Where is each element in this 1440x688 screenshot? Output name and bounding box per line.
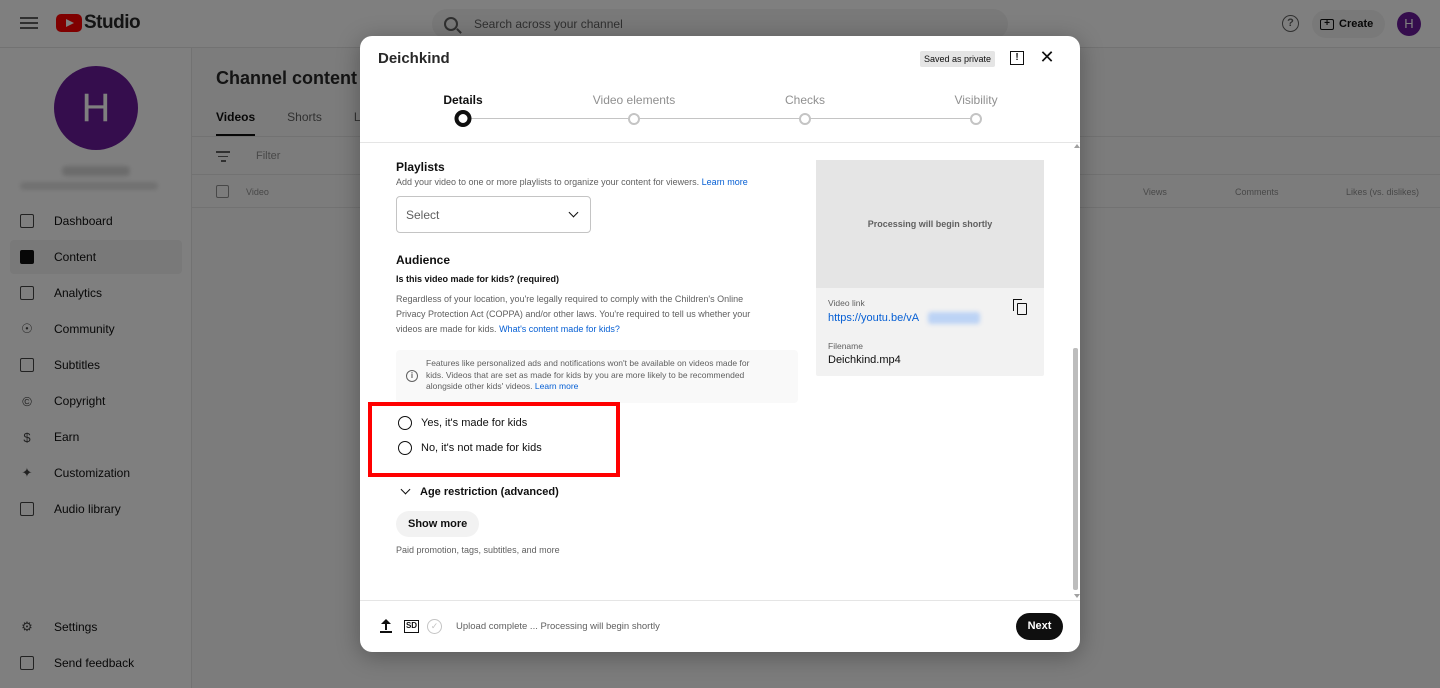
video-link-blurred <box>928 312 980 324</box>
kids-info-notice: i Features like personalized ads and not… <box>396 350 798 403</box>
upload-status: Upload complete ... Processing will begi… <box>456 621 660 632</box>
stepper-track <box>463 118 977 119</box>
kids-info-learn-more-link[interactable]: Learn more <box>535 381 578 391</box>
step-dot-checks <box>799 113 811 125</box>
highlight-box <box>368 402 620 477</box>
copy-icon[interactable] <box>1013 299 1027 315</box>
video-link[interactable]: https://youtu.be/vA <box>828 312 919 324</box>
dialog-footer: SD ✓ Upload complete ... Processing will… <box>360 600 1080 652</box>
filename-value: Deichkind.mp4 <box>828 354 901 366</box>
chevron-down-icon <box>568 207 579 218</box>
dialog-title: Deichkind <box>378 50 450 67</box>
video-thumbnail: Processing will begin shortly <box>816 160 1044 288</box>
dialog-scrollbar[interactable] <box>1072 144 1080 600</box>
step-checks[interactable]: Checks <box>785 93 825 107</box>
step-dot-visibility <box>970 113 982 125</box>
show-more-description: Paid promotion, tags, subtitles, and mor… <box>396 545 560 555</box>
saved-status-badge: Saved as private <box>920 51 996 67</box>
details-form: Playlists Add your video to one or more … <box>360 144 1080 600</box>
sd-quality-icon: SD <box>404 620 419 633</box>
age-restriction-toggle[interactable]: Age restriction (advanced) <box>400 484 559 498</box>
content-made-for-kids-link[interactable]: What's content made for kids? <box>499 324 620 334</box>
step-dot-details <box>454 110 472 127</box>
radio-made-for-kids-yes[interactable]: Yes, it's made for kids <box>398 416 527 430</box>
playlists-description: Add your video to one or more playlists … <box>396 177 748 187</box>
checks-icon: ✓ <box>427 619 442 634</box>
radio-button[interactable] <box>398 416 412 430</box>
audience-title: Audience <box>396 253 451 267</box>
step-details[interactable]: Details <box>443 93 482 107</box>
step-dot-video-elements <box>628 113 640 125</box>
close-icon[interactable]: ✕ <box>1038 48 1056 66</box>
made-for-kids-question: Is this video made for kids? (required) <box>396 274 560 284</box>
playlists-learn-more-link[interactable]: Learn more <box>702 177 748 187</box>
show-more-button[interactable]: Show more <box>396 511 480 537</box>
chevron-down-icon <box>400 484 411 494</box>
upload-details-dialog: Deichkind Saved as private ! ✕ Details V… <box>360 36 1080 652</box>
radio-button[interactable] <box>398 441 412 455</box>
step-video-elements[interactable]: Video elements <box>593 93 676 107</box>
video-preview-card: Processing will begin shortly Video link… <box>816 160 1044 376</box>
step-visibility[interactable]: Visibility <box>954 93 997 107</box>
report-feedback-icon[interactable]: ! <box>1010 51 1024 65</box>
filename-label: Filename <box>828 341 863 351</box>
scrollbar-thumb[interactable] <box>1073 348 1078 590</box>
info-icon: i <box>406 370 418 382</box>
upload-icon <box>380 619 392 633</box>
playlist-select[interactable]: Select <box>396 196 591 233</box>
next-button[interactable]: Next <box>1016 613 1063 640</box>
radio-made-for-kids-no[interactable]: No, it's not made for kids <box>398 441 542 455</box>
coppa-description: Regardless of your location, you're lega… <box>396 294 751 334</box>
video-link-label: Video link <box>828 298 865 308</box>
playlists-title: Playlists <box>396 160 445 174</box>
